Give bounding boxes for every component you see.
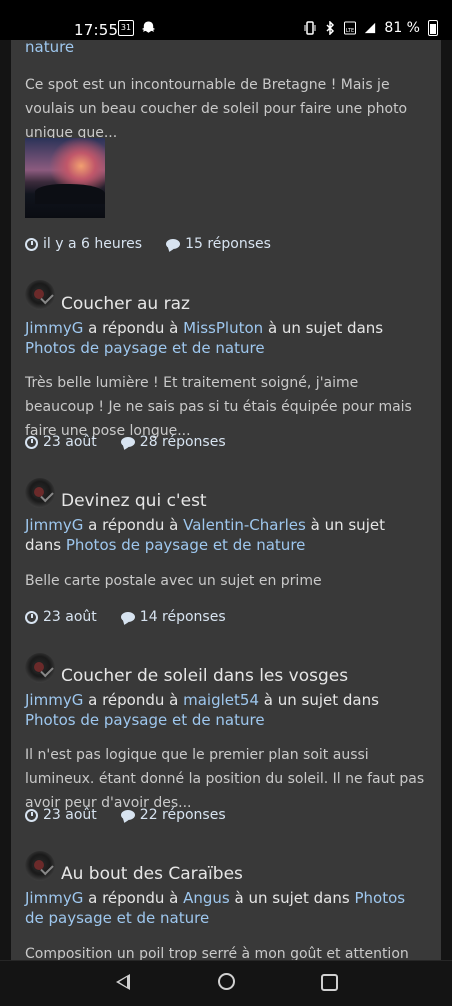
category-link[interactable]: Photos de paysage et de nature bbox=[66, 536, 306, 554]
user-link[interactable]: JimmyG bbox=[25, 889, 83, 907]
verb-text: a répondu à bbox=[88, 691, 179, 709]
post-meta: 23 août 14 réponses bbox=[25, 609, 425, 625]
post-time[interactable]: 23 août bbox=[25, 807, 97, 823]
time-label: 23 août bbox=[43, 609, 97, 625]
post-meta: il y a 6 heures 15 réponses bbox=[25, 236, 425, 252]
post-time[interactable]: 23 août bbox=[25, 609, 97, 625]
avatar[interactable] bbox=[25, 478, 55, 508]
signal-5g-icon bbox=[365, 22, 376, 34]
avatar[interactable] bbox=[25, 851, 55, 881]
time-label: il y a 6 heures bbox=[43, 236, 143, 252]
comment-icon bbox=[120, 612, 135, 622]
status-time: 17:55 bbox=[74, 21, 119, 39]
time-label: 23 août bbox=[43, 434, 97, 450]
battery-icon bbox=[428, 20, 438, 36]
post-meta: 23 août 28 réponses bbox=[25, 434, 425, 450]
time-label: 23 août bbox=[43, 807, 97, 823]
category-link[interactable]: Photos de paysage et de nature bbox=[25, 711, 265, 729]
verb-text: a répondu à bbox=[88, 516, 179, 534]
status-bar: 17:55 31 LTE 81 % bbox=[0, 0, 452, 40]
post-excerpt[interactable]: Composition un poil trop serré à mon goû… bbox=[25, 942, 425, 960]
topic-byline: JimmyG a répondu à Valentin-Charles à un… bbox=[25, 515, 425, 555]
target-user-link[interactable]: Valentin-Charles bbox=[183, 516, 306, 534]
recents-icon[interactable] bbox=[321, 974, 338, 991]
user-link[interactable]: JimmyG bbox=[25, 319, 83, 337]
target-user-link[interactable]: MissPluton bbox=[183, 319, 263, 337]
post-replies[interactable]: 22 réponses bbox=[120, 807, 226, 823]
in-text: à un sujet dans bbox=[263, 691, 379, 709]
replies-label: 28 réponses bbox=[139, 434, 226, 450]
post-time[interactable]: 23 août bbox=[25, 434, 97, 450]
post-replies[interactable]: 28 réponses bbox=[120, 434, 226, 450]
topic-title[interactable]: Devinez qui c'est bbox=[61, 491, 207, 511]
verb-text: a répondu à bbox=[88, 319, 179, 337]
calendar-icon: 31 bbox=[118, 20, 134, 36]
home-icon[interactable] bbox=[218, 973, 235, 990]
in-text: à un sujet dans bbox=[234, 889, 350, 907]
comment-icon bbox=[120, 437, 135, 447]
replies-label: 22 réponses bbox=[139, 807, 226, 823]
category-link[interactable]: nature bbox=[25, 38, 425, 56]
avatar[interactable] bbox=[25, 653, 55, 683]
clock-icon bbox=[25, 610, 38, 624]
post-excerpt[interactable]: Belle carte postale avec un sujet en pri… bbox=[25, 569, 425, 593]
topic-title[interactable]: Coucher au raz bbox=[61, 294, 190, 314]
post-excerpt[interactable]: Très belle lumière ! Et traitement soign… bbox=[25, 371, 425, 443]
clock-icon bbox=[25, 808, 38, 822]
clock-icon bbox=[25, 237, 38, 251]
topic-byline: JimmyG a répondu à MissPluton à un sujet… bbox=[25, 318, 425, 358]
post-meta: 23 août 22 réponses bbox=[25, 807, 425, 823]
post-replies[interactable]: 15 réponses bbox=[166, 236, 271, 252]
verb-text: a répondu à bbox=[88, 889, 179, 907]
bluetooth-icon bbox=[326, 21, 335, 35]
battery-level: 81 % bbox=[384, 20, 420, 36]
topic-byline: JimmyG a répondu à maiglet54 à un sujet … bbox=[25, 690, 425, 730]
target-user-link[interactable]: maiglet54 bbox=[183, 691, 259, 709]
post-time[interactable]: il y a 6 heures bbox=[25, 236, 142, 252]
avatar[interactable] bbox=[25, 280, 55, 310]
topic-title[interactable]: Au bout des Caraïbes bbox=[61, 864, 243, 884]
post-thumbnail[interactable] bbox=[25, 138, 105, 218]
comment-icon bbox=[166, 239, 181, 249]
snapchat-icon bbox=[141, 21, 156, 33]
post-replies[interactable]: 14 réponses bbox=[120, 609, 226, 625]
comment-icon bbox=[120, 810, 135, 820]
vibrate-icon bbox=[304, 21, 316, 35]
volte-icon: LTE bbox=[344, 21, 357, 35]
target-user-link[interactable]: Angus bbox=[183, 889, 230, 907]
replies-label: 14 réponses bbox=[139, 609, 226, 625]
svg-text:LTE: LTE bbox=[346, 28, 354, 34]
system-nav-bar bbox=[0, 960, 452, 1006]
back-icon[interactable] bbox=[116, 974, 130, 990]
in-text: à un sujet dans bbox=[267, 319, 384, 337]
post-excerpt[interactable]: Ce spot est un incontournable de Bretagn… bbox=[25, 73, 425, 145]
topic-byline: JimmyG a répondu à Angus à un sujet dans… bbox=[25, 888, 425, 928]
user-link[interactable]: JimmyG bbox=[25, 691, 83, 709]
clock-icon bbox=[25, 435, 38, 449]
topic-title[interactable]: Coucher de soleil dans les vosges bbox=[61, 666, 348, 686]
category-link[interactable]: Photos de paysage et de nature bbox=[25, 339, 265, 357]
replies-label: 15 réponses bbox=[185, 236, 271, 252]
post-excerpt[interactable]: Il n'est pas logique que le premier plan… bbox=[25, 743, 425, 815]
user-link[interactable]: JimmyG bbox=[25, 516, 83, 534]
